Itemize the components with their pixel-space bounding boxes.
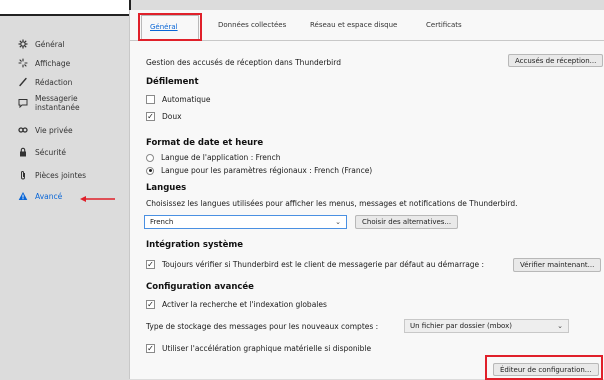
sidebar-item-label-line2: instantanée (35, 103, 80, 112)
autoscroll-label: Automatique (162, 95, 210, 104)
preferences-panel: Général Données collectées Réseau et esp… (129, 10, 604, 379)
default-client-row[interactable]: ✓ Toujours vérifier si Thunderbird est l… (146, 260, 484, 269)
language-select[interactable]: French ⌄ (144, 215, 347, 229)
date-regional-locale-label: Langue pour les paramètres régionaux : F… (161, 166, 372, 175)
sidebar-item-advanced[interactable]: Avancé (18, 191, 62, 201)
default-client-checkbox[interactable]: ✓ (146, 260, 155, 269)
chevron-down-icon: ⌄ (335, 218, 341, 226)
sidebar-item-label: Avancé (35, 192, 62, 201)
lock-icon (18, 147, 28, 157)
smooth-scroll-row[interactable]: ✓ Doux (146, 112, 182, 121)
sparkle-icon (18, 58, 28, 68)
storage-type-label: Type de stockage des messages pour les n… (146, 322, 378, 331)
choose-alternatives-button[interactable]: Choisir des alternatives... (355, 215, 458, 229)
languages-heading: Langues (146, 183, 186, 193)
mask-icon (18, 125, 28, 135)
global-search-label: Activer la recherche et l'indexation glo… (162, 300, 327, 309)
date-app-locale-label: Langue de l'application : French (161, 153, 281, 162)
sidebar-item-privacy[interactable]: Vie privée (18, 125, 73, 135)
smooth-scroll-checkbox[interactable]: ✓ (146, 112, 155, 121)
sidebar-item-attachments[interactable]: Pièces jointes (18, 170, 86, 180)
scrolling-heading: Défilement (146, 77, 199, 87)
sidebar-item-security[interactable]: Sécurité (18, 147, 66, 157)
sidebar-item-general[interactable]: Général (18, 39, 65, 49)
date-regional-locale-radio[interactable] (146, 167, 154, 175)
hw-accel-label: Utiliser l'accélération graphique matéri… (162, 344, 371, 353)
red-arrow-annotation (80, 196, 116, 202)
receipts-description: Gestion des accusés de réception dans Th… (146, 58, 341, 67)
languages-description: Choisissez les langues utilisées pour af… (146, 199, 518, 208)
system-integration-heading: Intégration système (146, 240, 243, 250)
tab-general[interactable]: Général (150, 23, 178, 31)
config-editor-highlight (485, 355, 603, 380)
language-select-value: French (150, 218, 173, 226)
hw-accel-checkbox[interactable]: ✓ (146, 344, 155, 353)
pen-icon (18, 77, 28, 87)
check-now-button[interactable]: Vérifier maintenant... (513, 258, 601, 272)
sidebar-item-label: Général (35, 40, 65, 49)
smooth-scroll-label: Doux (162, 112, 182, 121)
advanced-config-heading: Configuration avancée (146, 282, 254, 292)
storage-type-select[interactable]: Un fichier par dossier (mbox) ⌄ (404, 319, 569, 333)
sidebar-item-composition[interactable]: Rédaction (18, 77, 72, 87)
sidebar-item-chat[interactable]: Messagerie instantanée (18, 94, 80, 112)
tab-certificates[interactable]: Certificats (426, 21, 462, 29)
global-search-checkbox[interactable]: ✓ (146, 300, 155, 309)
warning-icon (18, 191, 28, 201)
sidebar-item-display[interactable]: Affichage (18, 58, 70, 68)
paperclip-icon (18, 170, 28, 180)
date-app-locale-row[interactable]: Langue de l'application : French (146, 153, 281, 162)
autoscroll-row[interactable]: Automatique (146, 95, 210, 104)
date-regional-locale-row[interactable]: Langue pour les paramètres régionaux : F… (146, 166, 372, 175)
return-receipts-button[interactable]: Accusés de réception... (508, 54, 603, 67)
storage-type-value: Un fichier par dossier (mbox) (410, 322, 512, 330)
sidebar-item-label: Rédaction (35, 78, 72, 87)
sidebar-item-label-line1: Messagerie (35, 94, 78, 103)
gear-icon (18, 39, 28, 49)
sidebar-item-label: Affichage (35, 59, 70, 68)
sidebar-item-label: Pièces jointes (35, 171, 86, 180)
hw-accel-row[interactable]: ✓ Utiliser l'accélération graphique maté… (146, 344, 371, 353)
date-format-heading: Format de date et heure (146, 138, 263, 148)
date-app-locale-radio[interactable] (146, 154, 154, 162)
tab-bar: Général Données collectées Réseau et esp… (130, 10, 604, 41)
sidebar-item-label: Vie privée (35, 126, 73, 135)
sidebar-item-label: Sécurité (35, 148, 66, 157)
chevron-down-icon: ⌄ (557, 322, 563, 330)
autoscroll-checkbox[interactable] (146, 95, 155, 104)
global-search-row[interactable]: ✓ Activer la recherche et l'indexation g… (146, 300, 327, 309)
chat-icon (18, 98, 28, 108)
tab-data-collection[interactable]: Données collectées (218, 21, 286, 29)
default-client-label: Toujours vérifier si Thunderbird est le … (162, 260, 484, 269)
tab-network-disk[interactable]: Réseau et espace disque (310, 21, 397, 29)
